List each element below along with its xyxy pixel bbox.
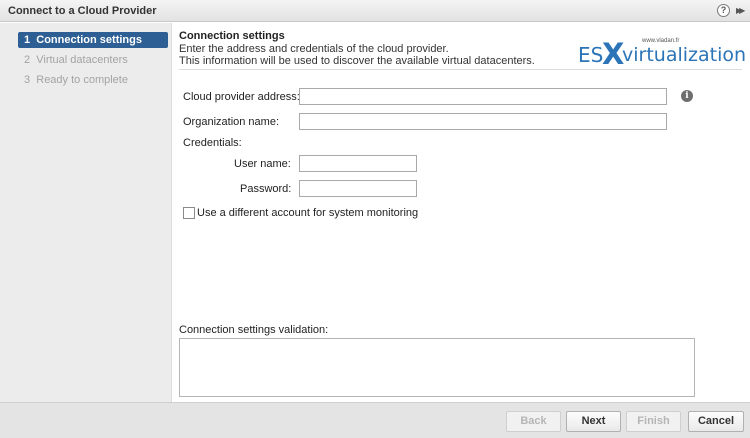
organization-name-input[interactable]	[299, 113, 667, 130]
back-button[interactable]: Back	[506, 411, 561, 432]
window-title: Connect to a Cloud Provider	[8, 5, 157, 17]
step-number: 1	[24, 34, 31, 46]
organization-name-label: Organization name:	[183, 116, 279, 128]
wizard-steps-sidebar: 1 Connection settings 2 Virtual datacent…	[0, 23, 172, 402]
step-virtual-datacenters: 2 Virtual datacenters	[18, 52, 168, 68]
description-line-1: Enter the address and credentials of the…	[179, 43, 449, 55]
different-account-checkbox[interactable]	[183, 207, 195, 219]
expand-icon[interactable]: ▶▶	[736, 4, 748, 17]
esx-virtualization-logo: ES X virtualization www.vladan.fr	[578, 37, 747, 71]
main-content: Connection settings Enter the address an…	[172, 23, 750, 402]
help-icon[interactable]: ?	[717, 4, 730, 17]
finish-button[interactable]: Finish	[626, 411, 681, 432]
cancel-button[interactable]: Cancel	[688, 411, 744, 432]
validation-label: Connection settings validation:	[179, 324, 329, 336]
step-number: 2	[24, 54, 31, 66]
step-label: Connection settings	[36, 34, 142, 46]
different-account-label[interactable]: Use a different account for system monit…	[197, 207, 418, 219]
title-bar: Connect to a Cloud Provider ? ▶▶	[0, 0, 750, 22]
step-ready-to-complete: 3 Ready to complete	[18, 72, 168, 88]
info-icon[interactable]: i	[681, 90, 693, 102]
password-label: Password:	[240, 183, 292, 195]
cloud-provider-address-input[interactable]	[299, 88, 667, 105]
cloud-provider-address-label: Cloud provider address:	[183, 91, 300, 103]
logo-es-text: ES	[578, 43, 604, 67]
logo-virtualization-text: virtualization	[622, 44, 747, 66]
wizard-footer: Back Next Finish Cancel	[0, 402, 750, 438]
step-number: 3	[24, 74, 31, 86]
validation-output-box	[179, 338, 695, 397]
step-label: Virtual datacenters	[36, 54, 128, 66]
description-line-2: This information will be used to discove…	[179, 55, 535, 67]
password-input[interactable]	[299, 180, 417, 197]
step-connection-settings[interactable]: 1 Connection settings	[18, 32, 168, 48]
logo-site-text: www.vladan.fr	[642, 38, 680, 44]
step-label: Ready to complete	[36, 74, 128, 86]
user-name-label: User name:	[234, 158, 291, 170]
next-button[interactable]: Next	[566, 411, 621, 432]
user-name-input[interactable]	[299, 155, 417, 172]
section-title: Connection settings	[179, 30, 285, 42]
header-divider	[179, 69, 742, 70]
logo-x-mark: X	[602, 37, 625, 71]
credentials-label: Credentials:	[183, 137, 242, 149]
